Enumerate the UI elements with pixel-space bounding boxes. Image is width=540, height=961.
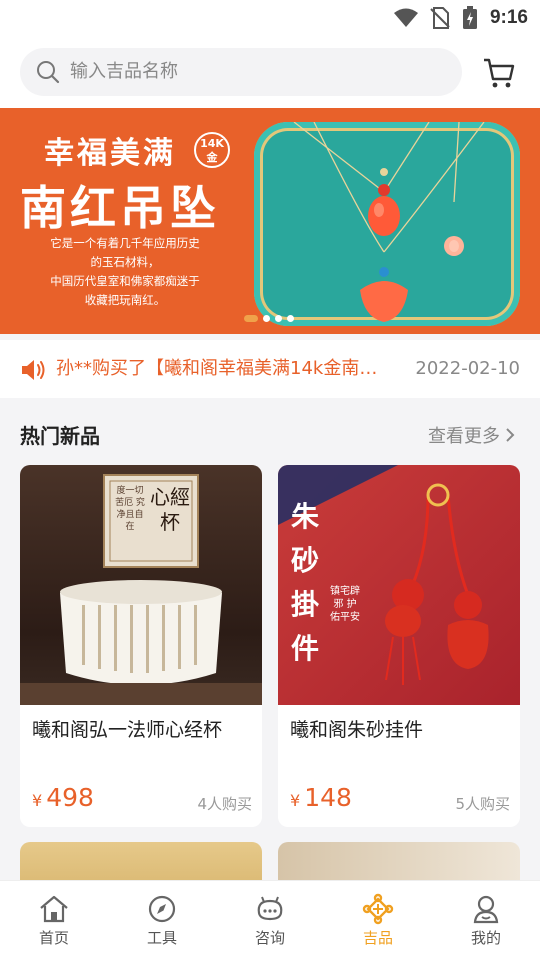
pendant-illustration [293,122,485,322]
currency-symbol: ¥ [32,791,43,810]
compass-icon [148,895,176,923]
chat-icon [257,896,283,921]
banner-description: 它是一个有着几千年应用历史 的玉石材料， 中国历代皇室和佛家都痴迷于 收藏把玩南… [20,234,230,310]
banner-headline: 南红吊坠 [20,181,220,235]
product-image-caption: 心經杯 [150,485,190,534]
see-more-label: 查看更多 [428,426,500,447]
banner-badge: 14K 金 [194,132,230,168]
speaker-icon [22,360,45,380]
tab-label: 工具 [146,929,177,947]
bottom-tab-bar: 首页 工具 咨询 吉品 我的 [0,880,540,961]
banner-badge-top: 14K [200,137,224,150]
product-name: 曦和阁朱砂挂件 [290,719,424,741]
wifi-icon [393,8,418,27]
knot-icon [362,893,394,925]
tab-tools[interactable]: 工具 [108,881,216,961]
product-image-caption: 朱砂掛件 [290,500,319,665]
tab-products[interactable]: 吉品 [324,881,432,961]
search-placeholder: 输入吉品名称 [70,61,178,82]
banner-dot[interactable] [287,315,294,322]
price-value: 498 [46,783,94,812]
product-card[interactable]: 心經杯 度一切苦厄 究净且自在 曦和阁弘一法师心经杯 ¥ 498 4人购买 [20,465,262,827]
tab-label: 吉品 [362,929,393,947]
see-more-link[interactable]: 查看更多 [428,422,516,448]
product-image-subcaption: 度一切苦厄 究净且自在 [115,486,145,532]
purchase-notice[interactable]: 孙**购买了【曦和阁幸福美满14k金南… 2022-02-10 [0,340,540,398]
status-icons: 9:16 [393,6,528,30]
header: 输入吉品名称 [0,36,540,108]
product-image: 心經杯 度一切苦厄 究净且自在 [20,465,262,705]
tab-label: 首页 [38,929,69,947]
banner-pagination [244,315,294,322]
status-bar: 9:16 [0,0,540,36]
notice-date: 2022-02-10 [415,358,520,379]
tab-consult[interactable]: 咨询 [216,881,324,961]
section-title: 热门新品 [20,424,100,448]
no-sim-icon [430,7,450,29]
banner-dot[interactable] [244,315,258,322]
product-price: ¥ 148 [290,783,352,812]
notice-text: 孙**购买了【曦和阁幸福美满14k金南… [56,358,378,379]
product-image-subcaption: 镇宅辟邪 护佑平安 [330,586,360,623]
clock: 9:16 [489,7,528,28]
product-card[interactable]: 朱砂掛件 镇宅辟邪 护佑平安 曦和阁朱砂挂件 ¥ 148 5人购买 [278,465,520,827]
sold-count: 5人购买 [455,795,510,813]
user-icon [473,895,499,924]
tab-label: 咨询 [254,929,285,947]
banner-dot[interactable] [275,315,282,322]
banner-desc-line: 的玉石材料， [90,255,160,269]
currency-symbol: ¥ [290,791,301,810]
banner-badge-bottom: 金 [206,151,218,164]
banner-desc-line: 收藏把玩南红。 [84,293,166,307]
banner-product-image [254,122,520,326]
tab-me[interactable]: 我的 [432,881,540,961]
banner-title: 幸福美满 [44,136,176,171]
product-name: 曦和阁弘一法师心经杯 [32,719,223,741]
cart-icon[interactable] [482,56,516,90]
price-value: 148 [304,783,352,812]
sold-count: 4人购买 [197,795,252,813]
tab-label: 我的 [470,929,501,947]
banner-dot[interactable] [263,315,270,322]
tab-home[interactable]: 首页 [0,881,108,961]
banner-desc-line: 它是一个有着几千年应用历史 [50,236,200,250]
home-icon [40,895,68,923]
battery-charging-icon [462,6,477,29]
search-icon [37,61,60,84]
promo-banner[interactable]: 幸福美满 14K 金 南红吊坠 它是一个有着几千年应用历史 的玉石材料， 中国历… [0,108,540,334]
chevron-right-icon [506,428,515,442]
search-input[interactable]: 输入吉品名称 [20,48,462,96]
banner-desc-line: 中国历代皇室和佛家都痴迷于 [50,274,200,288]
product-price: ¥ 498 [32,783,94,812]
product-image: 朱砂掛件 镇宅辟邪 护佑平安 [278,465,520,705]
